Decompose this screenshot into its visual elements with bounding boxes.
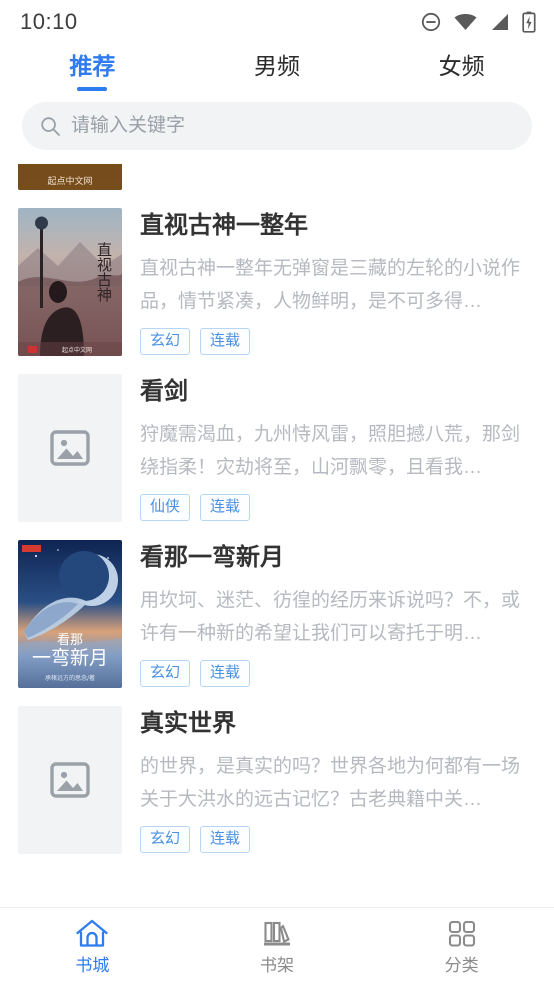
svg-text:看那: 看那 bbox=[57, 632, 83, 648]
tag-genre[interactable]: 仙侠 bbox=[140, 494, 191, 521]
status-bar: 10:10 bbox=[0, 0, 554, 44]
book-tags: 玄幻 连载 bbox=[140, 328, 536, 355]
tag-status[interactable]: 连载 bbox=[200, 328, 251, 355]
tag-genre[interactable]: 玄幻 bbox=[140, 826, 191, 853]
book-info: 看剑 狩魔需渴血，九州恃风雷，照胆撼八荒，那剑绕指柔！灾劫将至，山河飘零，且看我… bbox=[140, 374, 536, 522]
tag-genre[interactable]: 玄幻 bbox=[140, 660, 191, 687]
svg-text:起点中文网: 起点中文网 bbox=[47, 175, 92, 187]
book-cover bbox=[18, 706, 122, 854]
qidian-watermark-cover-art: 起点中文网 bbox=[18, 164, 122, 190]
tag-status[interactable]: 连载 bbox=[200, 660, 251, 687]
monk-on-horse-cover-art: 直视古神 起点中文网 bbox=[18, 208, 122, 356]
book-info: 看那一弯新月 用坎坷、迷茫、彷徨的经历来诉说吗？不，或许有一种新的希望让我们可以… bbox=[140, 540, 536, 688]
tab-male-channel[interactable]: 男频 bbox=[185, 50, 370, 91]
book-list[interactable]: 起点中文网 玄幻 连载 bbox=[0, 164, 554, 907]
book-description: 用坎坷、迷茫、彷徨的经历来诉说吗？不，或许有一种新的希望让我们可以寄托于明… bbox=[140, 590, 521, 644]
top-tab-bar: 推荐 男频 女频 bbox=[0, 44, 554, 102]
tab-female-channel-label: 女频 bbox=[438, 53, 485, 79]
book-description: 的世界，是真实的吗？世界各地为何都有一场关于大洪水的远古记忆？古老典籍中关… bbox=[140, 756, 521, 810]
tag-status[interactable]: 连载 bbox=[200, 826, 251, 853]
tab-male-channel-label: 男频 bbox=[254, 53, 300, 79]
book-cover bbox=[18, 374, 122, 522]
nav-item-bookstore-label: 书城 bbox=[75, 955, 110, 975]
nav-item-bookstore[interactable]: 书城 bbox=[0, 918, 185, 976]
image-placeholder-icon bbox=[50, 430, 90, 466]
tab-active-indicator bbox=[77, 87, 108, 91]
tab-inactive-indicator bbox=[262, 87, 292, 91]
cellular-signal-icon bbox=[492, 14, 508, 30]
list-item[interactable]: 真实世界 的世界，是真实的吗？世界各地为何都有一场关于大洪水的远古记忆？古老典籍… bbox=[18, 706, 536, 854]
book-info: 直视古神一整年 直视古神一整年无弹窗是三藏的左轮的小说作品，情节紧凑，人物鲜明，… bbox=[140, 208, 536, 356]
whale-crescent-moon-cover-art: 看那 一弯新月 承楮远方的思念/著 bbox=[18, 540, 122, 688]
tag-status[interactable]: 连载 bbox=[200, 494, 251, 521]
book-description: 狩魔需渴血，九州恃风雷，照胆撼八荒，那剑绕指柔！灾劫将至，山河飘零，且看我… bbox=[140, 424, 521, 478]
tab-female-channel[interactable]: 女频 bbox=[369, 50, 554, 91]
book-tags: 玄幻 连载 bbox=[140, 826, 536, 853]
bottom-navigation: 书城 书架 分类 bbox=[0, 907, 554, 985]
svg-text:一弯新月: 一弯新月 bbox=[32, 647, 108, 669]
book-cover: 看那 一弯新月 承楮远方的思念/著 bbox=[18, 540, 122, 688]
book-info: 真实世界 的世界，是真实的吗？世界各地为何都有一场关于大洪水的远古记忆？古老典籍… bbox=[140, 706, 536, 854]
tab-recommend-label: 推荐 bbox=[69, 53, 116, 79]
svg-text:起点中文网: 起点中文网 bbox=[62, 346, 92, 354]
svg-text:承楮远方的思念/著: 承楮远方的思念/著 bbox=[45, 674, 95, 682]
nav-item-bookshelf-label: 书架 bbox=[260, 955, 294, 975]
tag-genre[interactable]: 玄幻 bbox=[140, 328, 191, 355]
grid-categories-icon bbox=[448, 920, 475, 947]
search-icon bbox=[41, 116, 60, 136]
nav-item-categories-label: 分类 bbox=[444, 955, 479, 975]
book-title: 真实世界 bbox=[140, 710, 236, 737]
image-placeholder-icon bbox=[50, 762, 90, 798]
book-title: 直视古神一整年 bbox=[140, 212, 308, 239]
book-cover: 起点中文网 bbox=[18, 164, 122, 190]
do-not-disturb-icon bbox=[421, 12, 441, 32]
wifi-icon bbox=[454, 13, 477, 30]
book-cover: 直视古神 起点中文网 bbox=[18, 208, 122, 356]
tab-inactive-indicator bbox=[447, 87, 477, 91]
book-tags: 仙侠 连载 bbox=[140, 494, 536, 521]
list-item[interactable]: 起点中文网 玄幻 连载 bbox=[18, 164, 536, 190]
search-box[interactable] bbox=[22, 102, 532, 150]
status-icon-group bbox=[420, 11, 536, 33]
book-title: 看剑 bbox=[140, 378, 188, 405]
tab-recommend[interactable]: 推荐 bbox=[0, 50, 185, 91]
list-item[interactable]: 看那 一弯新月 承楮远方的思念/著 看那一弯新月 用坎坷、迷茫、彷徨的经历来诉说… bbox=[18, 540, 536, 688]
bookshelf-icon bbox=[264, 921, 290, 945]
book-title: 看那一弯新月 bbox=[140, 544, 284, 571]
svg-text:直视古神: 直视古神 bbox=[95, 242, 113, 302]
search-input[interactable] bbox=[71, 115, 514, 137]
home-icon bbox=[76, 919, 108, 947]
nav-item-bookshelf[interactable]: 书架 bbox=[185, 918, 370, 976]
app-screen: 10:10 推荐 男频 女频 请输入关键字 起点中文网 直视古神 起点中文网 直… bbox=[0, 0, 554, 985]
list-item[interactable]: 直视古神 起点中文网 直视古神一整年 直视古神一整年无弹窗是三藏的左轮的小说作品… bbox=[18, 208, 536, 356]
book-description: 直视古神一整年无弹窗是三藏的左轮的小说作品，情节紧凑，人物鲜明，是不可多得… bbox=[140, 258, 521, 312]
book-info: 玄幻 连载 bbox=[140, 164, 536, 190]
search-section bbox=[0, 102, 554, 164]
battery-charging-icon bbox=[522, 11, 536, 33]
nav-item-categories[interactable]: 分类 bbox=[369, 918, 554, 976]
list-item[interactable]: 看剑 狩魔需渴血，九州恃风雷，照胆撼八荒，那剑绕指柔！灾劫将至，山河飘零，且看我… bbox=[18, 374, 536, 522]
book-tags: 玄幻 连载 bbox=[140, 660, 536, 687]
status-time: 10:10 bbox=[20, 9, 78, 34]
